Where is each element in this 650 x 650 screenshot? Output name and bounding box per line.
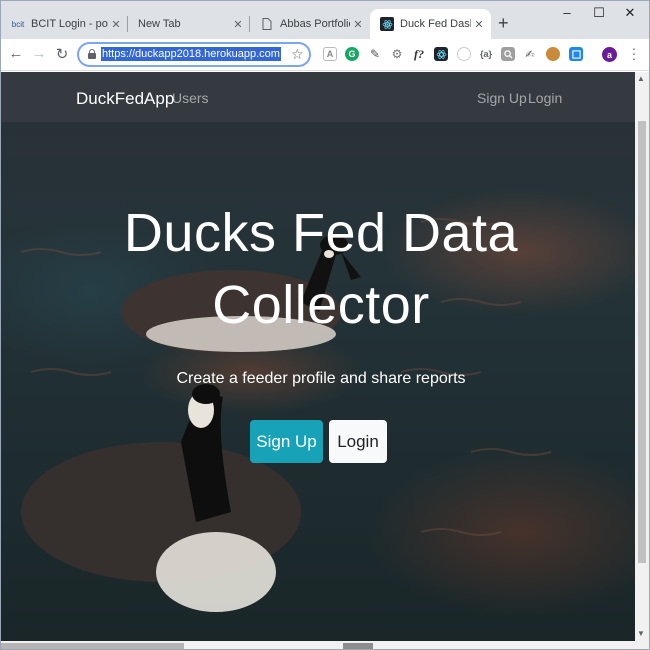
cookie-extension-icon[interactable] (546, 47, 560, 61)
horizontal-scroll-marker (343, 643, 373, 649)
page-viewport: DuckFedApp Users Sign Up Login Ducks Fed… (1, 72, 635, 641)
signup-button[interactable]: Sign Up (250, 420, 323, 463)
close-icon[interactable]: ✕ (350, 18, 366, 31)
search-extension-icon[interactable] (501, 47, 515, 61)
reload-icon[interactable]: ↻ (53, 45, 71, 63)
tab-duck-fed-dashboard[interactable]: Duck Fed Dashboard ✕ (370, 9, 491, 39)
nav-link-login[interactable]: Login (528, 90, 562, 106)
tab-title: Abbas Portfolio (280, 18, 350, 30)
react-icon (380, 17, 394, 31)
minimize-button[interactable]: – (552, 5, 582, 20)
login-button[interactable]: Login (329, 420, 387, 463)
scroll-up-arrow-icon[interactable]: ▲ (637, 74, 645, 83)
tab-new-tab[interactable]: New Tab ✕ (128, 9, 250, 39)
navbar-brand[interactable]: DuckFedApp (76, 89, 174, 109)
tab-bcit-login[interactable]: bcit BCIT Login - powere ✕ (1, 9, 128, 39)
hero-lead: Create a feeder profile and share report… (176, 370, 466, 387)
vertical-scroll-thumb[interactable] (638, 121, 646, 563)
hero-title: Ducks Fed Data Collector (81, 197, 561, 341)
timer-extension-icon[interactable] (457, 47, 471, 61)
tab-title: Duck Fed Dashboard (400, 18, 471, 30)
profile-avatar[interactable]: a (602, 47, 617, 62)
pdf-extension-icon[interactable]: A (323, 47, 337, 61)
scroll-down-arrow-icon[interactable]: ▼ (637, 629, 645, 638)
eyedropper-icon[interactable]: ✎ (368, 47, 382, 61)
new-tab-button[interactable]: + (498, 13, 509, 34)
hero-title-line1: Ducks Fed Data (123, 203, 519, 263)
react-devtools-icon[interactable] (434, 47, 448, 61)
bookmark-star-icon[interactable]: ☆ (291, 46, 304, 63)
back-icon[interactable]: ← (7, 45, 25, 62)
nav-link-signup[interactable]: Sign Up (477, 90, 527, 106)
page-icon (260, 17, 274, 31)
url-text[interactable]: https://duckapp2018.herokuapp.com (101, 47, 281, 61)
hero-background-image (1, 72, 635, 641)
horizontal-scroll-thumb[interactable] (1, 643, 184, 649)
tab-title: BCIT Login - powere (31, 18, 108, 30)
edit-extension-icon[interactable]: ✍ (523, 47, 537, 61)
function-extension-icon[interactable]: f? (412, 47, 426, 61)
address-bar[interactable]: https://duckapp2018.herokuapp.com ☆ (77, 42, 311, 67)
grammarly-icon[interactable]: G (345, 47, 359, 61)
tab-strip: bcit BCIT Login - powere ✕ New Tab ✕ Abb… (1, 1, 649, 39)
lock-icon (88, 49, 96, 59)
maximize-button[interactable]: ☐ (584, 5, 614, 21)
nav-link-users[interactable]: Users (172, 90, 209, 106)
bcit-icon: bcit (11, 19, 25, 29)
browser-toolbar: ← → ↻ https://duckapp2018.herokuapp.com … (1, 39, 649, 71)
browser-menu-icon[interactable]: · · · (629, 41, 639, 65)
forward-icon[interactable]: → (30, 45, 48, 62)
window-extension-icon[interactable] (569, 47, 583, 61)
close-window-button[interactable]: ✕ (615, 5, 645, 21)
navbar: DuckFedApp Users Sign Up Login (1, 72, 635, 122)
browser-window: bcit BCIT Login - powere ✕ New Tab ✕ Abb… (0, 0, 650, 650)
tab-abbas-portfolio[interactable]: Abbas Portfolio ✕ (250, 9, 370, 39)
tab-title: New Tab (138, 18, 181, 30)
close-icon[interactable]: ✕ (108, 18, 124, 31)
json-extension-icon[interactable]: {a} (479, 47, 493, 61)
gear-extension-icon[interactable]: ⚙ (390, 47, 404, 61)
close-icon[interactable]: ✕ (230, 18, 246, 31)
hero-title-line2: Collector (212, 275, 430, 335)
close-icon[interactable]: ✕ (471, 18, 487, 31)
geese-image (20, 218, 552, 612)
